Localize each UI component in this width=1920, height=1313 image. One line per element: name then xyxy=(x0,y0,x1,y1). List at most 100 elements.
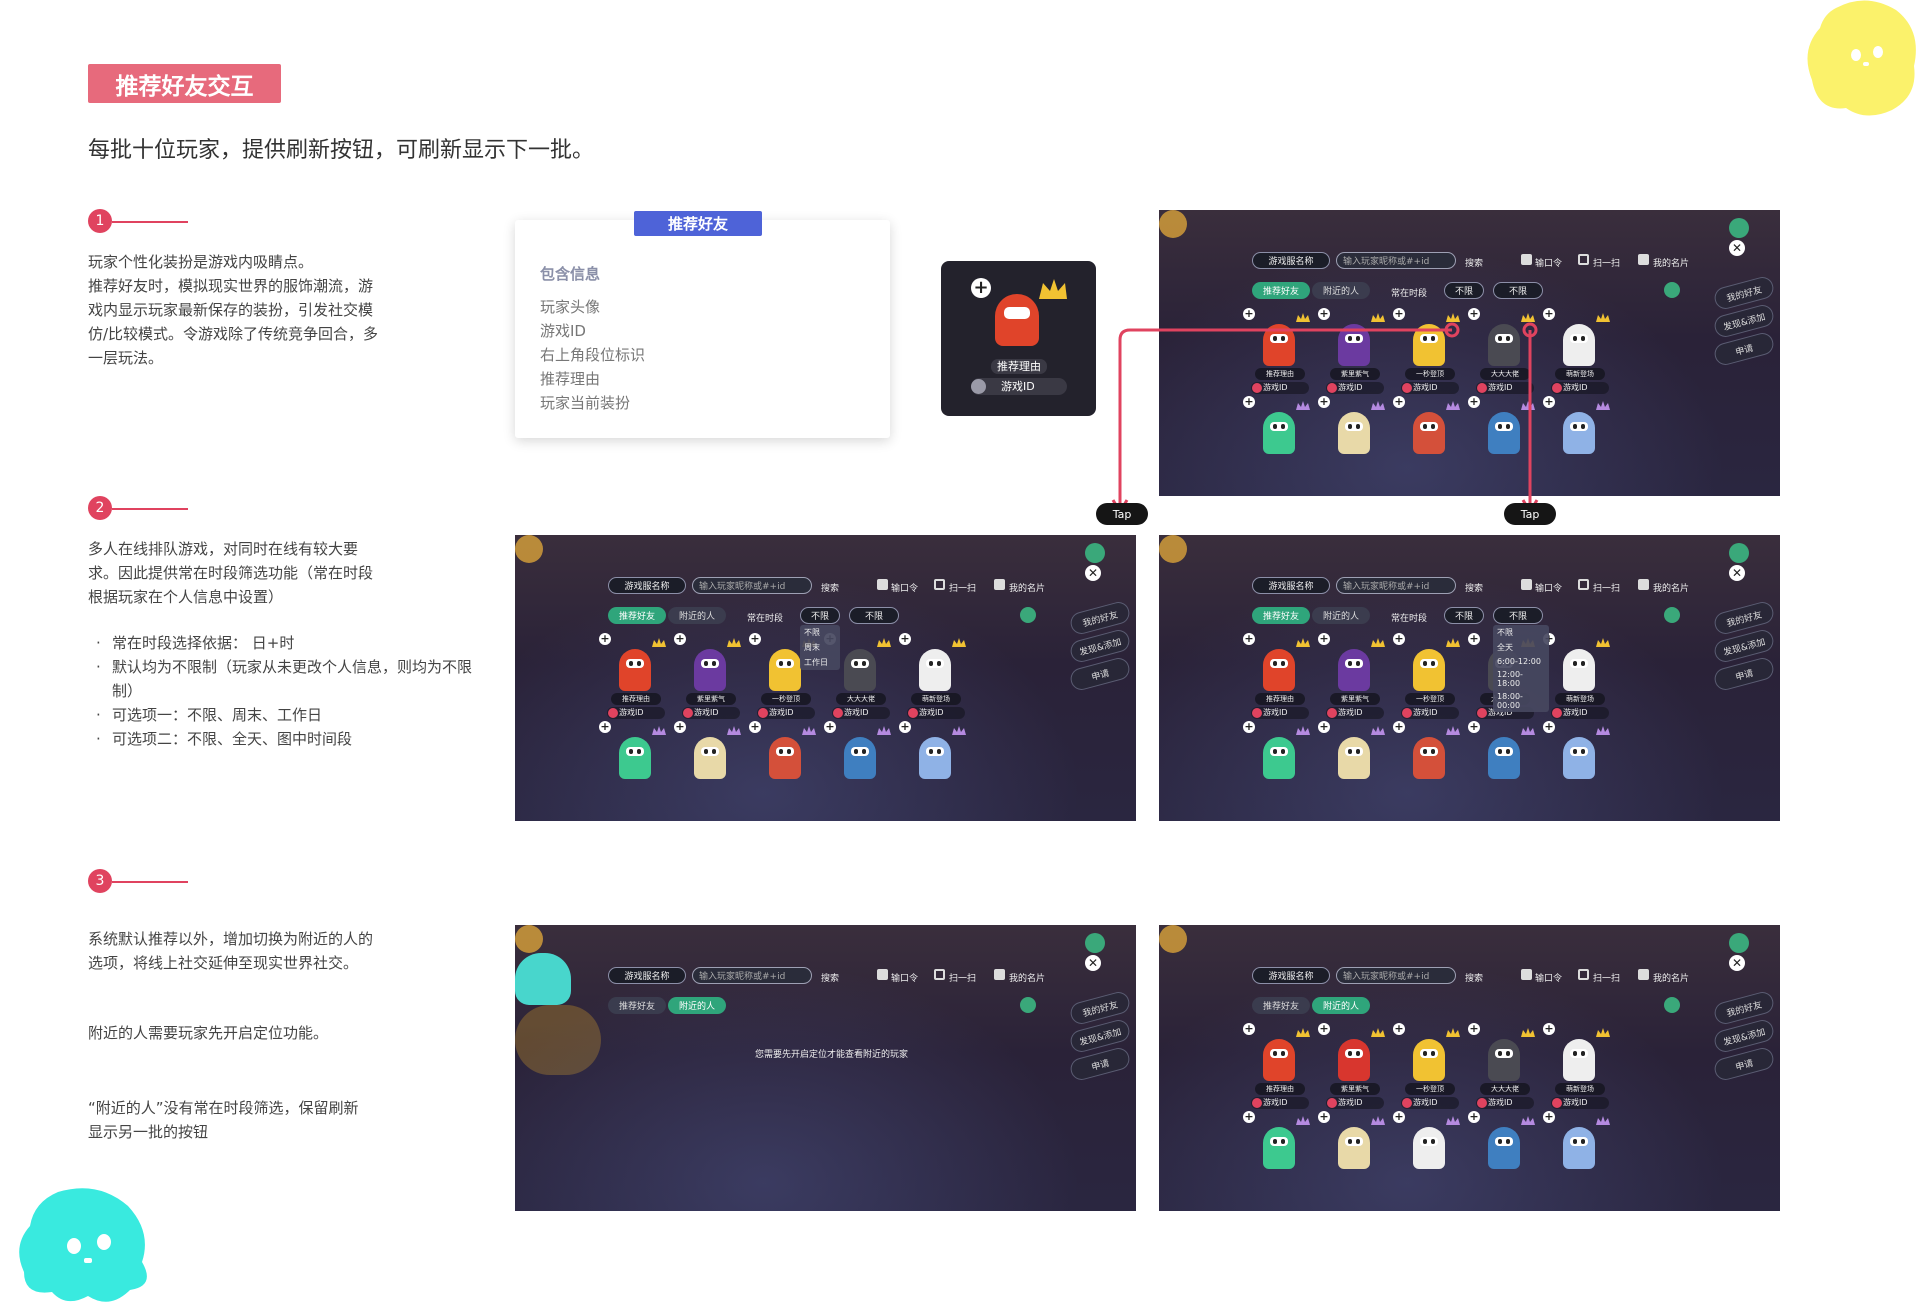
dropdown-option[interactable]: 不限 xyxy=(1493,625,1549,640)
close-icon[interactable]: ✕ xyxy=(1729,240,1745,256)
settings-gear-icon[interactable] xyxy=(1085,543,1105,563)
player-card[interactable]: + 推荐理由 游戏ID xyxy=(1243,633,1310,727)
search-button[interactable]: 搜索 xyxy=(1465,581,1483,594)
player-card[interactable]: + xyxy=(1543,396,1610,490)
scan-button[interactable]: 扫一扫 xyxy=(1593,581,1620,594)
game-server-dropdown[interactable]: 游戏服名称 xyxy=(608,967,686,984)
player-card[interactable]: + 萌新登场 游戏ID xyxy=(899,633,966,727)
player-card[interactable]: + xyxy=(599,721,666,815)
player-card[interactable]: + xyxy=(1468,396,1535,490)
search-button[interactable]: 搜索 xyxy=(1465,971,1483,984)
player-card[interactable]: + 大大大佬游戏ID xyxy=(1468,308,1535,402)
close-icon[interactable]: ✕ xyxy=(1729,955,1745,971)
add-friend-icon[interactable]: + xyxy=(1318,633,1330,645)
add-friend-icon[interactable]: + xyxy=(899,721,911,733)
player-card[interactable]: + xyxy=(1318,396,1385,490)
player-card[interactable]: + 萌新登场 游戏ID xyxy=(1543,1023,1610,1117)
add-friend-icon[interactable]: + xyxy=(1468,1023,1480,1035)
player-card[interactable]: + 紫里紫气 游戏ID xyxy=(674,633,741,727)
player-card[interactable]: + 紫里紫气 游戏ID xyxy=(1318,633,1385,727)
invite-code-button[interactable]: 输口令 xyxy=(1535,581,1562,594)
settings-gear-icon[interactable] xyxy=(1729,933,1749,953)
add-friend-icon[interactable]: + xyxy=(1243,1111,1255,1123)
player-card[interactable]: + 推荐理由 游戏ID xyxy=(1243,308,1310,402)
tab-recommend[interactable]: 推荐好友 xyxy=(608,997,666,1014)
search-input[interactable]: 输入玩家昵称或#+id xyxy=(1336,967,1456,984)
scan-button[interactable]: 扫一扫 xyxy=(949,581,976,594)
add-friend-icon[interactable]: + xyxy=(1243,396,1255,408)
player-card[interactable]: + 萌新登场 游戏ID xyxy=(1543,633,1610,727)
close-icon[interactable]: ✕ xyxy=(1729,565,1745,581)
player-card[interactable]: + xyxy=(1468,721,1535,815)
search-button[interactable]: 搜索 xyxy=(821,971,839,984)
invite-code-button[interactable]: 输口令 xyxy=(891,581,918,594)
dropdown-option[interactable]: 18:00-00:00 xyxy=(1493,690,1549,712)
dropdown-option[interactable]: 6:00-12:00 xyxy=(1493,655,1549,668)
period-filter-dropdown-1[interactable]: 不限 xyxy=(1444,607,1484,624)
scan-button[interactable]: 扫一扫 xyxy=(1593,971,1620,984)
player-card[interactable]: + xyxy=(1318,721,1385,815)
player-card[interactable]: + xyxy=(1243,1111,1310,1205)
add-friend-icon[interactable]: + xyxy=(824,721,836,733)
dropdown-option[interactable]: 全天 xyxy=(1493,640,1549,655)
add-friend-icon[interactable]: + xyxy=(1543,1023,1555,1035)
invite-code-button[interactable]: 输口令 xyxy=(1535,256,1562,269)
dropdown-option[interactable]: 不限 xyxy=(800,625,840,640)
add-friend-icon[interactable]: + xyxy=(1393,721,1405,733)
my-card-button[interactable]: 我的名片 xyxy=(1653,581,1689,594)
my-card-button[interactable]: 我的名片 xyxy=(1009,581,1045,594)
add-friend-icon[interactable]: + xyxy=(1318,308,1330,320)
dropdown-option[interactable]: 周末 xyxy=(800,640,840,655)
player-card[interactable]: + xyxy=(1543,1111,1610,1205)
add-friend-icon[interactable]: + xyxy=(1243,633,1255,645)
add-friend-icon[interactable]: + xyxy=(899,633,911,645)
tab-nearby[interactable]: 附近的人 xyxy=(1312,607,1370,624)
my-card-button[interactable]: 我的名片 xyxy=(1653,256,1689,269)
invite-code-icon[interactable] xyxy=(1521,579,1532,590)
player-card[interactable]: + 推荐理由 游戏ID xyxy=(599,633,666,727)
add-friend-icon[interactable]: + xyxy=(1468,721,1480,733)
tab-nearby[interactable]: 附近的人 xyxy=(668,997,726,1014)
player-card[interactable]: + xyxy=(899,721,966,815)
player-card[interactable]: + 一秒登顶 游戏ID xyxy=(1393,633,1460,727)
player-card[interactable]: + xyxy=(1468,1111,1535,1205)
period-filter-dropdown-2[interactable]: 不限 xyxy=(1493,607,1543,624)
player-card[interactable]: + 紫里紫气 游戏ID xyxy=(1318,308,1385,402)
add-friend-icon[interactable]: + xyxy=(1318,396,1330,408)
scan-icon[interactable] xyxy=(934,969,945,980)
player-card[interactable]: + xyxy=(674,721,741,815)
scan-button[interactable]: 扫一扫 xyxy=(949,971,976,984)
invite-code-button[interactable]: 输口令 xyxy=(891,971,918,984)
add-friend-icon[interactable]: + xyxy=(1243,721,1255,733)
player-card[interactable]: + xyxy=(824,721,891,815)
tab-nearby[interactable]: 附近的人 xyxy=(1312,997,1370,1014)
add-friend-icon[interactable]: + xyxy=(1318,1023,1330,1035)
search-input[interactable]: 输入玩家昵称或#+id xyxy=(1336,577,1456,594)
period-filter-dropdown-2[interactable]: 不限 xyxy=(1493,282,1543,299)
period-filter-dropdown-1[interactable]: 不限 xyxy=(1444,282,1484,299)
period-filter-dropdown-2[interactable]: 不限 xyxy=(849,607,899,624)
player-card[interactable]: + xyxy=(1243,396,1310,490)
tab-recommend[interactable]: 推荐好友 xyxy=(608,607,666,624)
scan-icon[interactable] xyxy=(934,579,945,590)
my-card-icon[interactable] xyxy=(994,969,1005,980)
settings-gear-icon[interactable] xyxy=(1729,543,1749,563)
player-card[interactable]: + xyxy=(1318,1111,1385,1205)
add-friend-icon[interactable]: + xyxy=(1243,308,1255,320)
settings-gear-icon[interactable] xyxy=(1729,218,1749,238)
settings-gear-icon[interactable] xyxy=(1085,933,1105,953)
player-card[interactable]: + 萌新登场 游戏ID xyxy=(1543,308,1610,402)
player-card[interactable]: + xyxy=(1393,721,1460,815)
add-friend-icon[interactable]: + xyxy=(599,721,611,733)
my-card-icon[interactable] xyxy=(994,579,1005,590)
add-friend-icon[interactable]: + xyxy=(1318,1111,1330,1123)
game-server-dropdown[interactable]: 游戏服名称 xyxy=(1252,252,1330,269)
tab-recommend[interactable]: 推荐好友 xyxy=(1252,997,1310,1014)
add-friend-icon[interactable]: + xyxy=(599,633,611,645)
player-card[interactable]: + 一秒登顶 游戏ID xyxy=(1393,308,1460,402)
refresh-icon[interactable] xyxy=(1664,607,1680,623)
invite-code-icon[interactable] xyxy=(877,579,888,590)
tab-recommend[interactable]: 推荐好友 xyxy=(1252,607,1310,624)
invite-code-button[interactable]: 输口令 xyxy=(1535,971,1562,984)
add-friend-icon[interactable]: + xyxy=(1393,396,1405,408)
